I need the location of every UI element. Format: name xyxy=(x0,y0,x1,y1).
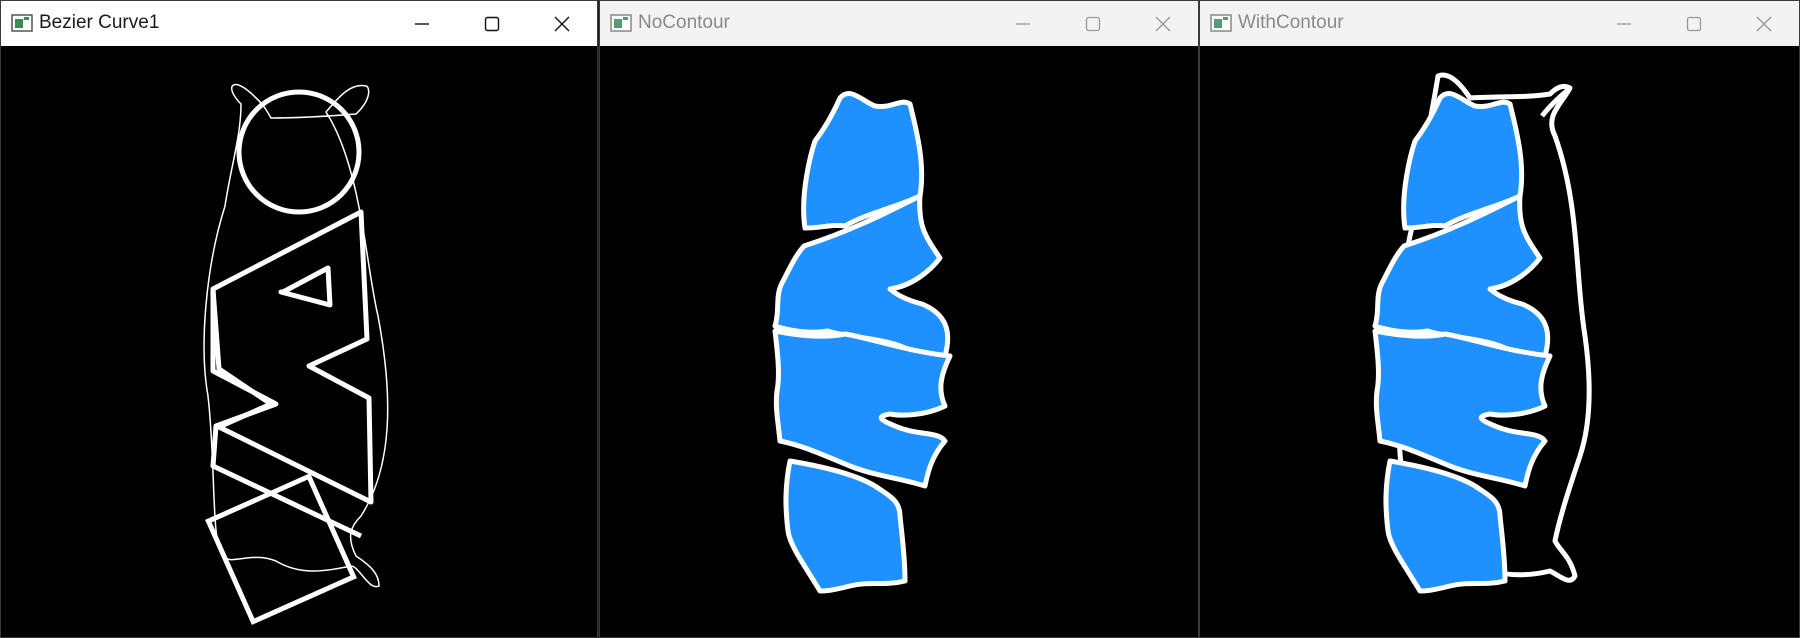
minimize-button[interactable] xyxy=(387,1,457,46)
close-icon xyxy=(1155,16,1171,31)
maximize-button[interactable] xyxy=(457,1,527,46)
maximize-button[interactable] xyxy=(1659,1,1729,46)
titlebar[interactable]: WithContour xyxy=(1200,1,1799,46)
zigzag-band xyxy=(210,209,374,505)
close-button[interactable] xyxy=(527,1,597,46)
titlebar[interactable]: NoContour xyxy=(600,1,1198,46)
band-lower xyxy=(783,458,908,594)
drawing-canvas[interactable] xyxy=(1200,46,1799,637)
bezier-outline-drawing xyxy=(203,83,389,625)
app-icon xyxy=(610,14,632,32)
minimize-icon xyxy=(1016,22,1030,25)
minimize-button[interactable] xyxy=(988,1,1058,46)
close-icon xyxy=(554,16,570,31)
window-title: WithContour xyxy=(1238,12,1344,33)
maximize-icon xyxy=(484,16,500,31)
drawing-canvas[interactable] xyxy=(1,46,597,637)
window-title: NoContour xyxy=(638,12,730,33)
maximize-icon xyxy=(1686,16,1702,31)
zigzag-inner xyxy=(210,289,363,539)
close-button[interactable] xyxy=(1128,1,1198,46)
minimize-icon xyxy=(415,22,429,25)
maximize-button[interactable] xyxy=(1058,1,1128,46)
window-withcontour[interactable]: WithContour xyxy=(1199,0,1800,638)
titlebar[interactable]: Bezier Curve1 xyxy=(1,1,597,46)
filled-shape-no-contour xyxy=(772,90,953,594)
drawing-canvas[interactable] xyxy=(600,46,1198,637)
window-title: Bezier Curve1 xyxy=(39,12,160,33)
app-icon xyxy=(11,14,33,32)
maximize-icon xyxy=(1085,16,1101,31)
minimize-icon xyxy=(1617,22,1631,25)
window-bezier-curve1[interactable]: Bezier Curve1 xyxy=(0,0,598,638)
app-icon xyxy=(1210,14,1232,32)
close-icon xyxy=(1756,16,1772,31)
filled-shape-with-contour xyxy=(1372,90,1553,594)
close-button[interactable] xyxy=(1729,1,1799,46)
minimize-button[interactable] xyxy=(1589,1,1659,46)
owl-head-circle xyxy=(236,89,362,215)
band-lower xyxy=(1383,458,1508,594)
window-nocontour[interactable]: NoContour xyxy=(599,0,1199,638)
